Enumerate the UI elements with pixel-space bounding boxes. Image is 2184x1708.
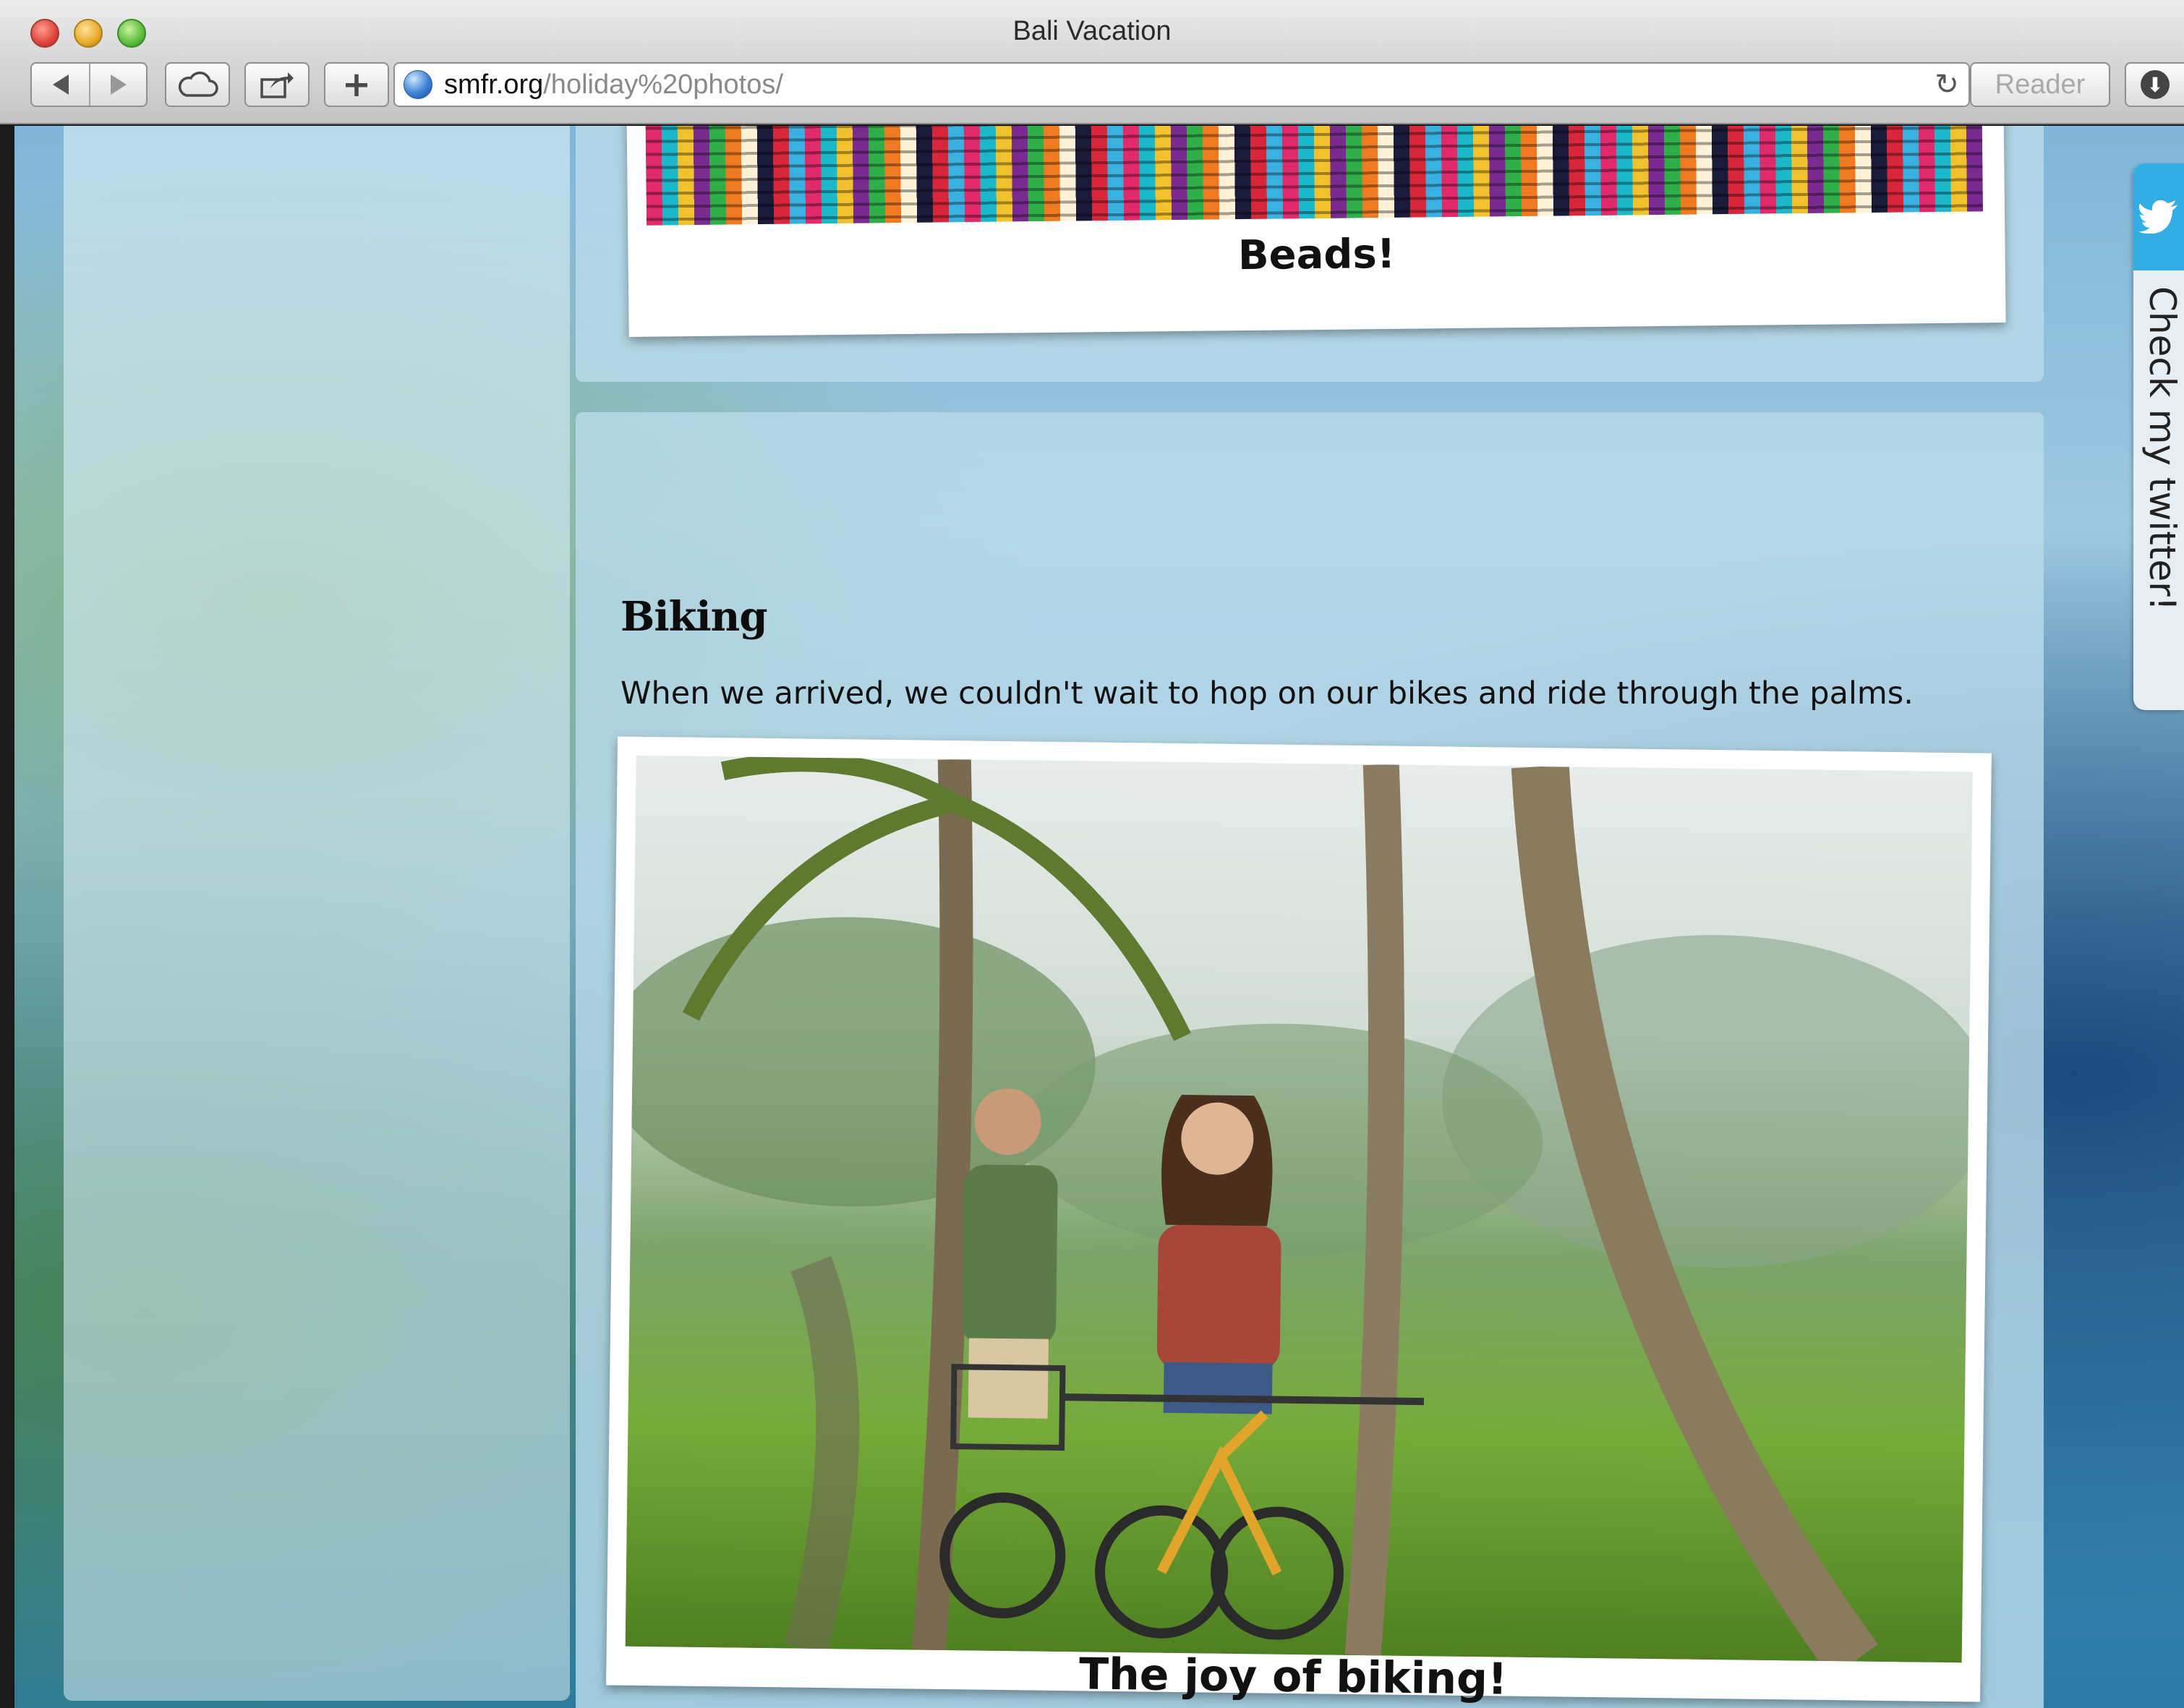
reload-icon: ↻ [1935, 68, 1959, 101]
download-icon: ⬇ [2141, 70, 2170, 99]
forward-arrow-icon [110, 74, 127, 95]
back-arrow-icon [52, 74, 69, 95]
cloud-icon [178, 72, 218, 97]
biking-text: When we arrived, we couldn't wait to hop… [620, 675, 1914, 712]
browser-window: Bali Vacation + smfr.org/holiday%20photo… [0, 0, 2184, 1708]
beads-caption: Beads! [1237, 230, 1396, 280]
reload-button[interactable]: ↻ [1924, 62, 1970, 107]
new-tab-button[interactable]: + [324, 62, 389, 107]
twitter-tab[interactable]: Check my twitter! [2133, 163, 2184, 710]
twitter-bird-icon [2133, 163, 2184, 270]
page-viewport[interactable]: Beads! Biking When we arrived, we couldn… [14, 126, 2184, 1708]
biking-photo-illustration [625, 755, 1973, 1663]
url-path: /holiday%20photos/ [543, 69, 783, 100]
forward-button[interactable] [89, 64, 146, 106]
left-sidebar-panel [64, 126, 570, 1701]
back-button[interactable] [32, 64, 89, 106]
address-bar[interactable]: smfr.org/holiday%20photos/ [393, 62, 1970, 107]
share-button[interactable] [244, 62, 310, 107]
icloud-tabs-button[interactable] [165, 62, 230, 107]
twitter-label: Check my twitter! [2141, 286, 2183, 611]
biking-photo[interactable] [625, 755, 1973, 1663]
title-bar: Bali Vacation + smfr.org/holiday%20photo… [0, 0, 2184, 124]
biking-photo-frame: The joy of biking! [606, 736, 1992, 1705]
beads-photo-frame: Beads! [626, 126, 2006, 337]
content-column: Beads! Biking When we arrived, we couldn… [576, 126, 2044, 1708]
beads-card: Beads! [576, 126, 2044, 382]
biking-title: Biking [620, 593, 768, 641]
plus-icon: + [341, 64, 372, 105]
back-forward-group [30, 62, 148, 107]
downloads-button[interactable]: ⬇ [2125, 62, 2184, 107]
window-title: Bali Vacation [1012, 16, 1172, 46]
share-icon [260, 72, 294, 98]
beads-photo[interactable] [645, 126, 1984, 226]
reader-button[interactable]: Reader [1970, 62, 2110, 107]
url-host: smfr.org [444, 69, 544, 100]
biking-card: Biking When we arrived, we couldn't wait… [576, 412, 2044, 1708]
globe-icon [404, 70, 432, 99]
